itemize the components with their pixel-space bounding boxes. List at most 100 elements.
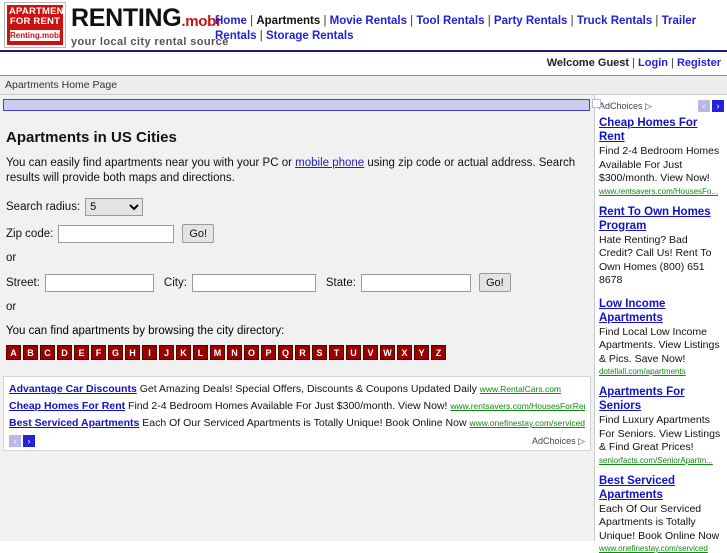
directory-letter-g[interactable]: G: [108, 345, 123, 360]
bottom-ad-title[interactable]: Best Serviced Apartments: [9, 417, 139, 429]
sidebar-ad-description: Hate Renting? Bad Credit? Call Us! Rent …: [599, 234, 724, 288]
nav-item-storage-rentals[interactable]: Storage Rentals: [266, 30, 354, 42]
zip-code-input[interactable]: [58, 225, 174, 243]
sidebar-ad-header: AdChoices ▷ ‹ ›: [599, 99, 724, 113]
sidebar-ad-url[interactable]: seniorfacts.com/SeniorApartm...: [599, 456, 724, 465]
bottom-ad-row: Advantage Car Discounts Get Amazing Deal…: [9, 381, 585, 398]
register-link[interactable]: Register: [677, 57, 721, 69]
bottom-ad-description: Find 2-4 Bedroom Homes Available For Jus…: [125, 400, 450, 412]
directory-letter-n[interactable]: N: [227, 345, 242, 360]
directory-letter-t[interactable]: T: [329, 345, 344, 360]
sidebar-ad-block: Best Serviced ApartmentsEach Of Our Serv…: [599, 474, 724, 553]
bottom-ad-title[interactable]: Advantage Car Discounts: [9, 383, 137, 395]
nav-separator: |: [257, 30, 266, 42]
directory-letter-y[interactable]: Y: [414, 345, 429, 360]
bottom-ad-row: Best Serviced Apartments Each Of Our Ser…: [9, 415, 585, 432]
directory-letter-q[interactable]: Q: [278, 345, 293, 360]
directory-letter-x[interactable]: X: [397, 345, 412, 360]
nav-item-tool-rentals[interactable]: Tool Rentals: [416, 15, 484, 27]
bottom-ad-title[interactable]: Cheap Homes For Rent: [9, 400, 125, 412]
sidebar-ad-title[interactable]: Rent To Own Homes Program: [599, 205, 724, 233]
state-input[interactable]: [361, 274, 471, 292]
brand-text: RENTING.mobi your local city rental sour…: [71, 5, 229, 48]
directory-letter-o[interactable]: O: [244, 345, 259, 360]
bottom-ad-prev-icon[interactable]: ‹: [9, 435, 21, 447]
directory-letter-j[interactable]: J: [159, 345, 174, 360]
sidebar-ad-prev-icon[interactable]: ‹: [698, 100, 710, 112]
directory-letter-v[interactable]: V: [363, 345, 378, 360]
nav-separator: |: [407, 15, 416, 27]
bottom-ad-description: Each Of Our Serviced Apartments is Total…: [139, 417, 469, 429]
directory-letter-u[interactable]: U: [346, 345, 361, 360]
bottom-ad-row: Cheap Homes For Rent Find 2-4 Bedroom Ho…: [9, 398, 585, 415]
site-header: APARTMENT FOR RENT Renting.mobi RENTING.…: [0, 0, 727, 52]
bottom-ad-url[interactable]: www.onefinestay.com/serviced: [469, 418, 585, 428]
account-bar: Welcome Guest | Login | Register: [0, 52, 727, 76]
alphabet-directory: ABCDEFGHIJKLMNOPQRSTUVWXYZ: [6, 345, 586, 360]
sidebar-ad-url[interactable]: www.rentsavers.com/HousesFo...: [599, 187, 724, 196]
directory-letter-z[interactable]: Z: [431, 345, 446, 360]
directory-letter-f[interactable]: F: [91, 345, 106, 360]
directory-letter-l[interactable]: L: [193, 345, 208, 360]
nav-item-truck-rentals[interactable]: Truck Rentals: [577, 15, 652, 27]
search-radius-row: Search radius: 5102550100: [6, 198, 586, 216]
nav-separator: |: [485, 15, 494, 27]
directory-letter-s[interactable]: S: [312, 345, 327, 360]
address-go-button[interactable]: Go!: [479, 273, 511, 292]
accent-bar: [3, 99, 590, 111]
intro-paragraph: You can easily find apartments near you …: [6, 156, 586, 186]
city-input[interactable]: [192, 274, 316, 292]
directory-letter-p[interactable]: P: [261, 345, 276, 360]
sidebar-ad-title[interactable]: Low Income Apartments: [599, 297, 724, 325]
directory-letter-e[interactable]: E: [74, 345, 89, 360]
directory-letter-r[interactable]: R: [295, 345, 310, 360]
mobile-phone-link[interactable]: mobile phone: [295, 157, 364, 169]
sidebar-ad-title[interactable]: Cheap Homes For Rent: [599, 116, 724, 144]
sidebar-adchoices-label[interactable]: AdChoices ▷: [599, 101, 652, 112]
badge-line-2: FOR RENT: [9, 17, 61, 27]
sidebar-ad-description: Find Local Low Income Apartments. View L…: [599, 326, 724, 367]
sidebar-ad-title[interactable]: Best Serviced Apartments: [599, 474, 724, 502]
page-body: Apartments in US Cities You can easily f…: [0, 95, 727, 541]
search-radius-select[interactable]: 5102550100: [85, 198, 143, 216]
sidebar-ad-description: Find Luxury Apartments For Seniors. View…: [599, 414, 724, 455]
directory-letter-d[interactable]: D: [57, 345, 72, 360]
directory-letter-m[interactable]: M: [210, 345, 225, 360]
nav-item-movie-rentals[interactable]: Movie Rentals: [330, 15, 407, 27]
login-link[interactable]: Login: [638, 57, 668, 69]
nav-item-apartments[interactable]: Apartments: [256, 15, 320, 27]
directory-letter-w[interactable]: W: [380, 345, 395, 360]
street-input[interactable]: [45, 274, 154, 292]
site-logo[interactable]: APARTMENT FOR RENT Renting.mobi RENTING.…: [5, 3, 229, 48]
directory-letter-c[interactable]: C: [40, 345, 55, 360]
sidebar-ad-next-icon[interactable]: ›: [712, 100, 724, 112]
badge-line-3: Renting.mobi: [9, 29, 61, 42]
sidebar-ad-url[interactable]: dotellall.com/apartments: [599, 367, 724, 376]
zip-search-row: Zip code: Go!: [6, 224, 586, 243]
brand-tagline: your local city rental source: [71, 36, 229, 48]
bottom-ad-url[interactable]: www.RentalCars.com: [480, 384, 561, 394]
nav-separator: |: [567, 15, 576, 27]
search-radius-label: Search radius:: [6, 201, 80, 213]
sidebar-ad-url[interactable]: www.onefinestay.com/serviced: [599, 544, 724, 553]
nav-item-home[interactable]: Home: [215, 15, 247, 27]
sidebar-ad-column: AdChoices ▷ ‹ › Cheap Homes For RentFind…: [594, 95, 727, 541]
bottom-ad-url[interactable]: www.rentsavers.com/HousesForRent: [450, 401, 585, 411]
bottom-ad-next-icon[interactable]: ›: [23, 435, 35, 447]
main-navigation: Home | Apartments | Movie Rentals | Tool…: [215, 14, 723, 44]
directory-letter-k[interactable]: K: [176, 345, 191, 360]
directory-letter-h[interactable]: H: [125, 345, 140, 360]
address-search-row: Street: City: State: Go!: [6, 273, 586, 292]
bottom-ad-description: Get Amazing Deals! Special Offers, Disco…: [137, 383, 480, 395]
street-label: Street:: [6, 277, 40, 289]
directory-letter-b[interactable]: B: [23, 345, 38, 360]
bottom-adchoices-label[interactable]: AdChoices ▷: [532, 436, 585, 447]
zip-go-button[interactable]: Go!: [182, 224, 214, 243]
sidebar-ad-block: Cheap Homes For RentFind 2-4 Bedroom Hom…: [599, 116, 724, 196]
nav-item-party-rentals[interactable]: Party Rentals: [494, 15, 568, 27]
intro-text-1: You can easily find apartments near you …: [6, 157, 295, 169]
directory-letter-a[interactable]: A: [6, 345, 21, 360]
directory-letter-i[interactable]: I: [142, 345, 157, 360]
sidebar-ad-title[interactable]: Apartments For Seniors: [599, 385, 724, 413]
welcome-greeting: Welcome Guest: [547, 57, 629, 69]
